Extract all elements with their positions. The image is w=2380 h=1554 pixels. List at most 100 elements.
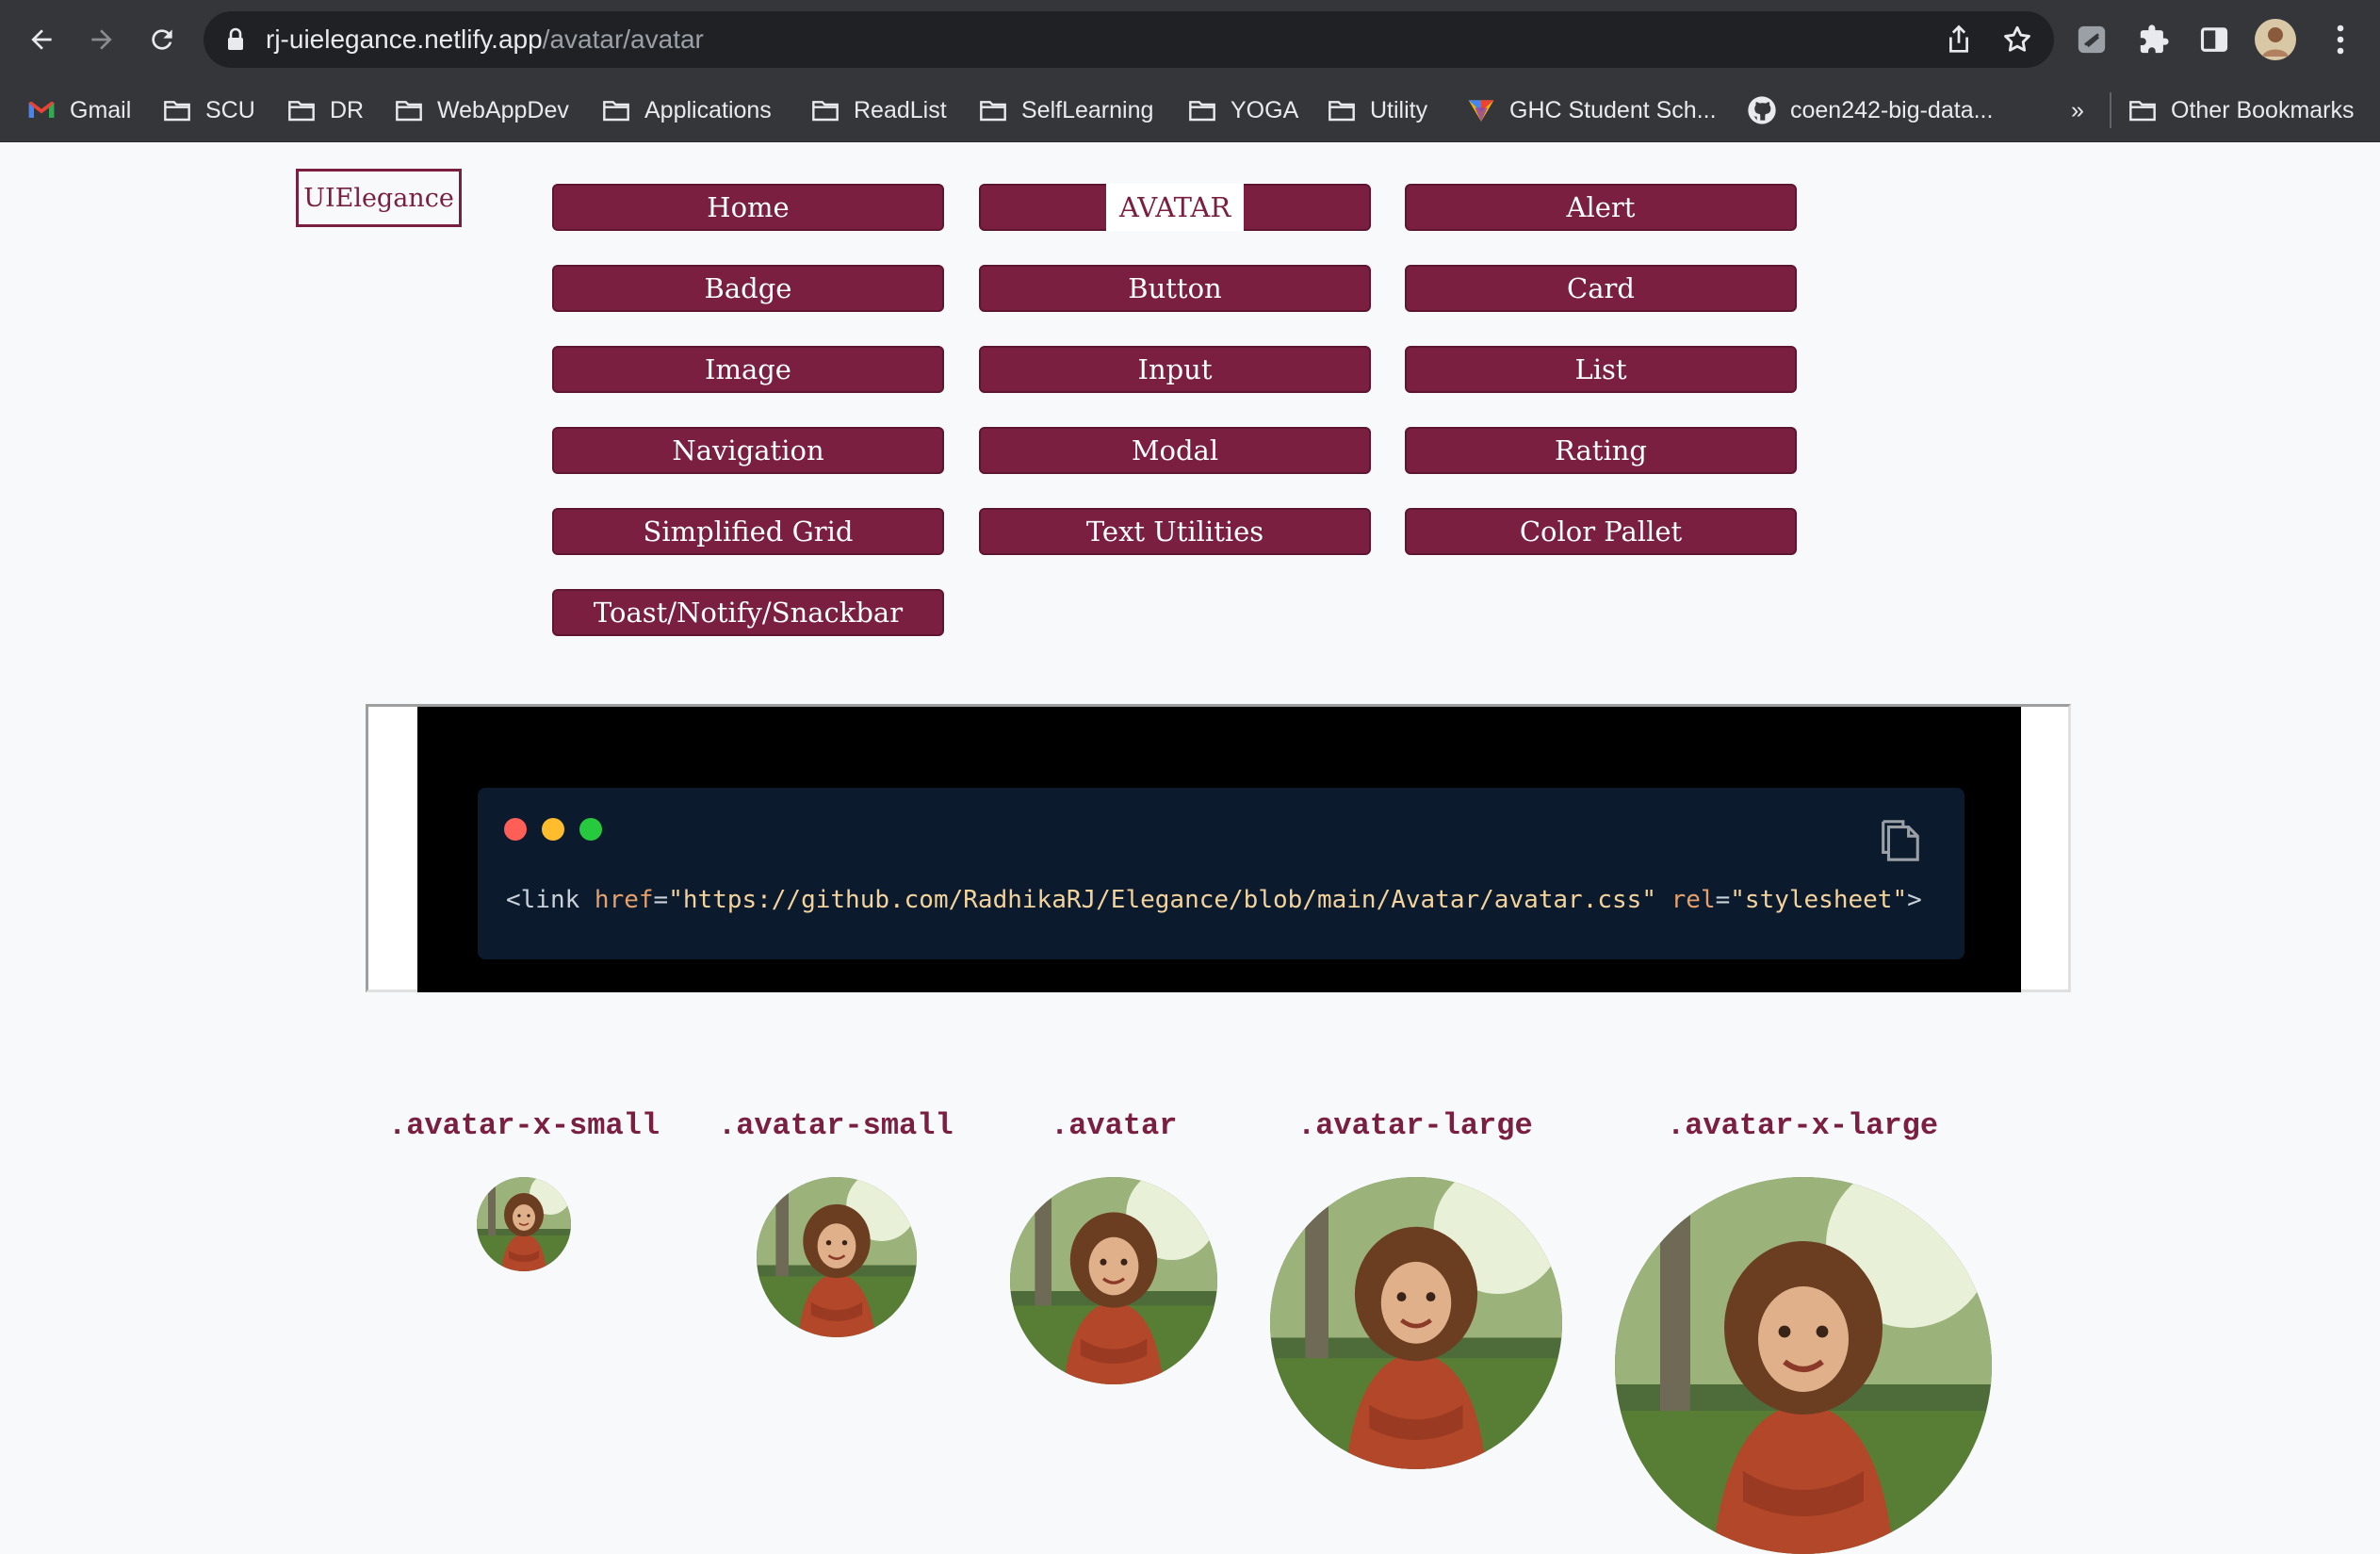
code-line[interactable]: <link href="https://github.com/RadhikaRJ… xyxy=(506,886,1922,914)
nav-list[interactable]: List xyxy=(1405,346,1797,393)
lock-icon[interactable] xyxy=(224,26,247,53)
code-snippet-container: <link href="https://github.com/RadhikaRJ… xyxy=(417,707,2021,992)
bookmark-label: WebAppDev xyxy=(437,96,569,123)
code-equals: = xyxy=(653,886,669,914)
bookmark-dr[interactable]: DR xyxy=(286,79,364,141)
code-rel-value: "stylesheet" xyxy=(1730,886,1908,914)
url-path: /avatar/avatar xyxy=(542,25,704,54)
forward-icon[interactable] xyxy=(79,17,124,62)
nav-card[interactable]: Card xyxy=(1405,265,1797,312)
nav-label: Simplified Grid xyxy=(643,515,854,548)
page-content: UIElegance Home AVATAR Alert Badge Butto… xyxy=(0,142,2380,1554)
nav-label: List xyxy=(1574,353,1627,385)
bookmark-ghc[interactable]: GHC Student Sch... xyxy=(1466,79,1717,141)
bookmark-selflearning[interactable]: SelfLearning xyxy=(978,79,1153,141)
nav-label: Alert xyxy=(1566,191,1636,223)
address-bar[interactable]: rj-uielegance.netlify.app/avatar/avatar xyxy=(204,11,2054,68)
bookmark-coen242[interactable]: coen242-big-data... xyxy=(1747,79,1993,141)
avatar-x-large xyxy=(1615,1177,1992,1554)
nav-label: Modal xyxy=(1131,434,1219,466)
bookmark-webappdev[interactable]: WebAppDev xyxy=(394,79,569,141)
ghc-icon xyxy=(1466,95,1496,125)
bookmark-label: GHC Student Sch... xyxy=(1509,96,1717,123)
bookmark-applications[interactable]: Applications xyxy=(601,79,772,141)
kebab-menu-icon[interactable] xyxy=(2322,21,2359,58)
star-icon[interactable] xyxy=(2001,24,2033,56)
code-attr-rel: rel xyxy=(1671,886,1716,914)
bookmark-scu[interactable]: SCU xyxy=(162,79,255,141)
nav-label: Image xyxy=(705,353,791,385)
bookmark-gmail[interactable]: Gmail xyxy=(26,79,131,141)
nav-badge[interactable]: Badge xyxy=(552,265,944,312)
bookmarks-divider xyxy=(2110,92,2111,128)
bookmarks-overflow-chevron[interactable]: » xyxy=(2071,79,2084,141)
bookmark-utility[interactable]: Utility xyxy=(1327,79,1427,141)
folder-icon xyxy=(1187,95,1217,125)
browser-toolbar: rj-uielegance.netlify.app/avatar/avatar xyxy=(0,0,2380,79)
nav-label: AVATAR xyxy=(1105,184,1245,231)
nav-toast[interactable]: Toast/Notify/Snackbar xyxy=(552,589,944,636)
folder-icon xyxy=(394,95,424,125)
nav-label: Toast/Notify/Snackbar xyxy=(593,597,904,629)
nav-rating[interactable]: Rating xyxy=(1405,427,1797,474)
avatar-medium xyxy=(1010,1177,1217,1384)
profile-avatar[interactable] xyxy=(2255,19,2296,60)
nav-label: Rating xyxy=(1555,434,1647,466)
nav-label: Input xyxy=(1137,353,1213,385)
bookmark-yoga[interactable]: YOGA xyxy=(1187,79,1298,141)
extension-stylus-icon[interactable] xyxy=(2075,23,2109,57)
nav-label: Color Pallet xyxy=(1519,515,1683,548)
folder-icon xyxy=(2127,95,2158,125)
bookmark-label: Utility xyxy=(1370,96,1428,123)
nav-text-utilities[interactable]: Text Utilities xyxy=(979,508,1371,555)
bookmark-label: SelfLearning xyxy=(1021,96,1154,123)
nav-label: Card xyxy=(1567,272,1635,304)
back-icon[interactable] xyxy=(19,17,64,62)
reload-icon[interactable] xyxy=(139,17,185,62)
code-attr-href: href xyxy=(594,886,654,914)
avatar-large xyxy=(1270,1177,1562,1469)
nav-alert[interactable]: Alert xyxy=(1405,184,1797,231)
nav-navigation[interactable]: Navigation xyxy=(552,427,944,474)
avatar-x-small xyxy=(477,1177,571,1271)
nav-label: Home xyxy=(707,191,790,223)
nav-label: Text Utilities xyxy=(1085,515,1264,548)
nav-avatar[interactable]: AVATAR xyxy=(979,184,1371,231)
code-snippet-frame: <link href="https://github.com/RadhikaRJ… xyxy=(366,704,2071,992)
url-text[interactable]: rj-uielegance.netlify.app/avatar/avatar xyxy=(266,11,704,68)
code-equals: = xyxy=(1715,886,1731,914)
nav-input[interactable]: Input xyxy=(979,346,1371,393)
nav-label: Badge xyxy=(704,272,792,304)
nav-button[interactable]: Button xyxy=(979,265,1371,312)
nav-home[interactable]: Home xyxy=(552,184,944,231)
bookmark-readlist[interactable]: ReadList xyxy=(810,79,947,141)
folder-icon xyxy=(286,95,317,125)
folder-icon xyxy=(810,95,840,125)
site-logo[interactable]: UIElegance xyxy=(296,169,462,227)
folder-icon xyxy=(601,95,631,125)
nav-simplified-grid[interactable]: Simplified Grid xyxy=(552,508,944,555)
nav-image[interactable]: Image xyxy=(552,346,944,393)
avatar-x-large-label: .avatar-x-large xyxy=(1667,1108,1939,1143)
bookmark-label: DR xyxy=(330,96,365,123)
github-icon xyxy=(1747,95,1777,125)
code-tag-open: <link xyxy=(506,886,595,914)
avatar-label: .avatar xyxy=(1051,1108,1178,1143)
copy-icon[interactable] xyxy=(1879,816,1920,863)
avatar-x-small-label: .avatar-x-small xyxy=(388,1108,660,1143)
url-host: rj-uielegance.netlify.app xyxy=(266,25,543,54)
bookmark-label: SCU xyxy=(205,96,255,123)
nav-label: Button xyxy=(1128,272,1222,304)
share-icon[interactable] xyxy=(1945,25,1973,55)
window-minimize-dot xyxy=(542,818,564,841)
folder-icon xyxy=(162,95,192,125)
folder-icon xyxy=(978,95,1008,125)
bookmark-label: ReadList xyxy=(854,96,947,123)
side-panel-icon[interactable] xyxy=(2195,21,2233,58)
bookmark-other[interactable]: Other Bookmarks xyxy=(2127,79,2355,141)
extensions-puzzle-icon[interactable] xyxy=(2135,21,2173,58)
nav-color-pallet[interactable]: Color Pallet xyxy=(1405,508,1797,555)
nav-modal[interactable]: Modal xyxy=(979,427,1371,474)
folder-icon xyxy=(1327,95,1357,125)
nav-label: Navigation xyxy=(672,434,824,466)
